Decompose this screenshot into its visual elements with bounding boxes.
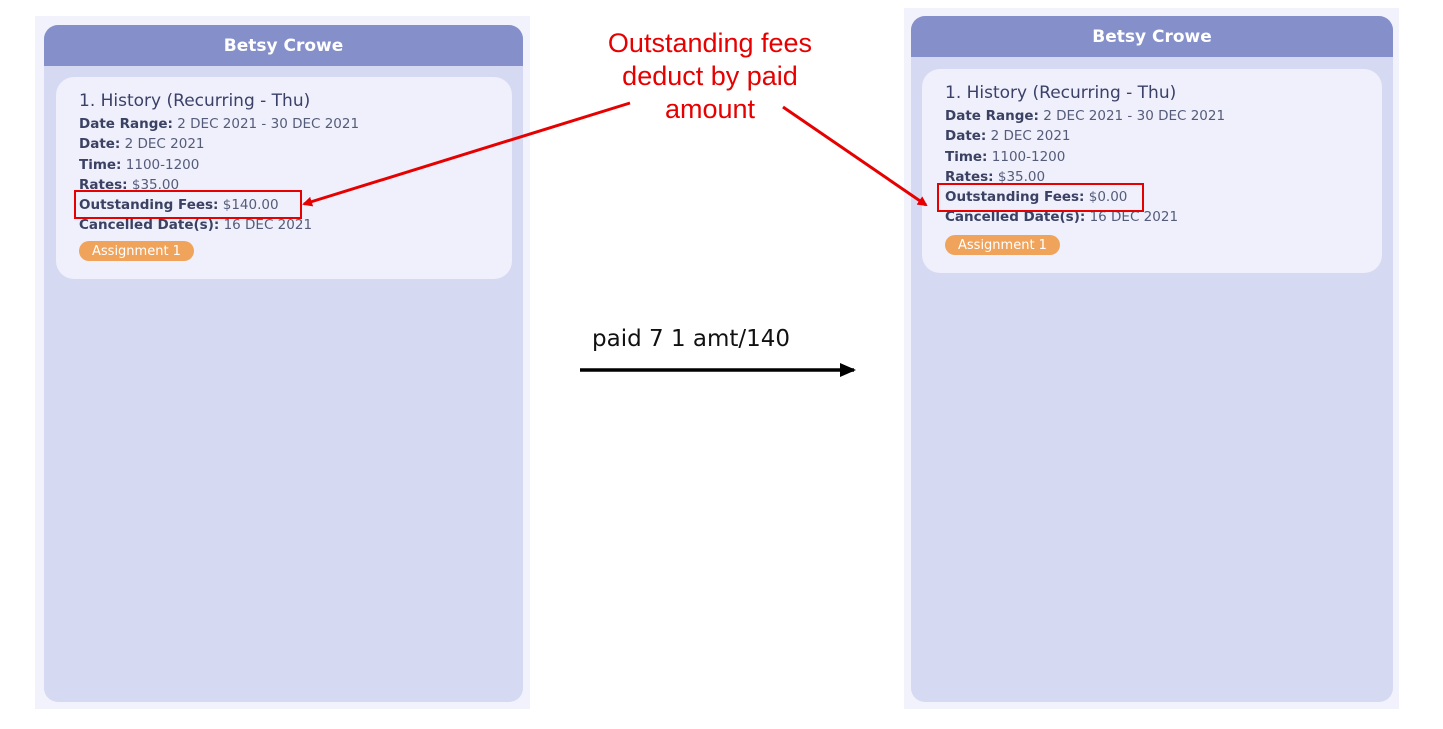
- arrows-overlay: [302, 101, 928, 377]
- annotation-arrow-right: [782, 105, 928, 207]
- annotation-arrow-left: [302, 101, 631, 207]
